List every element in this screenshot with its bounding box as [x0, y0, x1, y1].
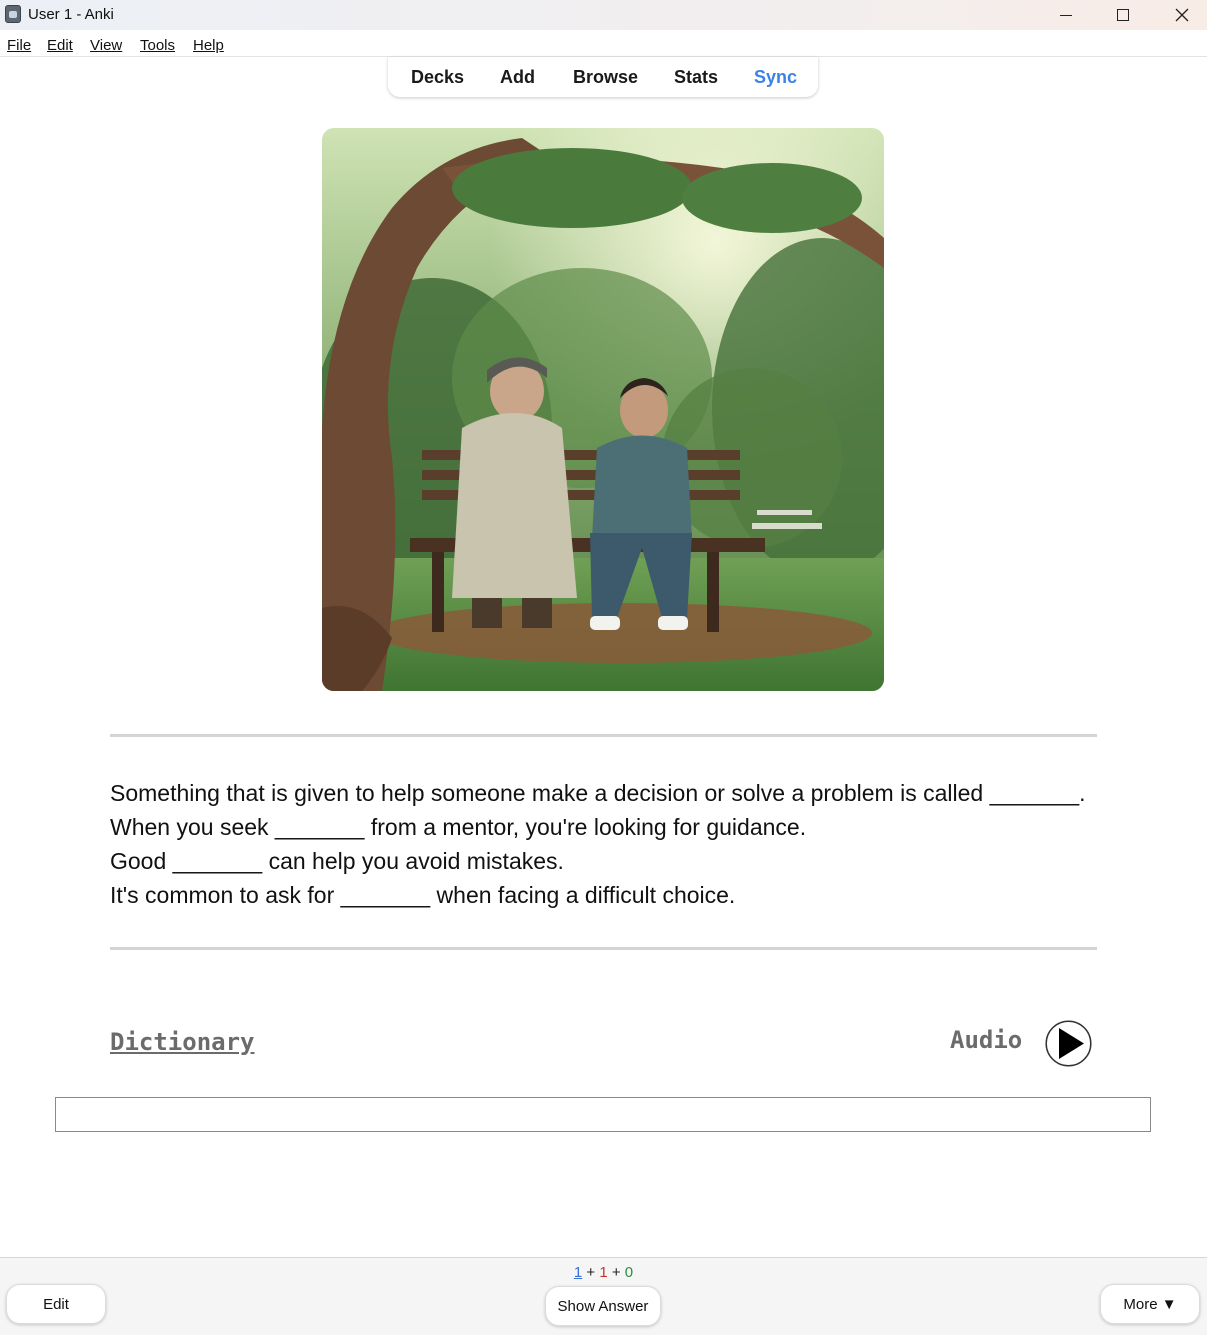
review-count: 0 — [624, 1264, 634, 1281]
learn-count: 1 — [599, 1264, 608, 1281]
cloze-sentence: It's common to ask for _______ when faci… — [110, 882, 736, 908]
audio-label: Audio — [950, 1026, 1023, 1054]
menu-view-label: View — [90, 37, 123, 54]
show-answer-button[interactable]: Show Answer — [545, 1286, 661, 1326]
cloze-sentence: Good _______ can help you avoid mistakes… — [110, 848, 564, 874]
menu-view[interactable]: View — [90, 37, 122, 54]
edit-button[interactable]: Edit — [6, 1284, 106, 1324]
toolbar-sync-link[interactable]: Sync — [754, 67, 797, 88]
cloze-sentence: When you seek _______ from a mentor, you… — [110, 814, 807, 840]
toolbar-browse-link[interactable]: Browse — [573, 67, 638, 88]
new-count: 1 — [573, 1264, 583, 1281]
menu-bar: File Edit View Tools Help — [0, 30, 1207, 57]
menu-help-label: Help — [193, 37, 224, 54]
menu-edit-label: Edit — [47, 37, 73, 54]
main-toolbar: Decks Add Browse Stats Sync — [388, 57, 818, 97]
top-divider — [110, 734, 1097, 737]
toolbar-add-link[interactable]: Add — [500, 67, 535, 88]
menu-tools[interactable]: Tools — [140, 37, 175, 54]
menu-tools-label: Tools — [140, 37, 176, 54]
anki-app-icon — [5, 5, 21, 23]
toolbar-decks-link[interactable]: Decks — [411, 67, 464, 88]
count-separator: + — [586, 1264, 596, 1281]
menu-help[interactable]: Help — [193, 37, 224, 54]
maximize-icon[interactable] — [1100, 0, 1146, 30]
play-audio-button[interactable] — [1045, 1020, 1092, 1067]
due-counts: 1 + 1 + 0 — [0, 1264, 1207, 1281]
count-separator: + — [611, 1264, 621, 1281]
more-button[interactable]: More ▼ — [1100, 1284, 1200, 1324]
menu-edit[interactable]: Edit — [47, 37, 73, 54]
type-answer-input[interactable] — [55, 1097, 1151, 1132]
dictionary-link[interactable]: Dictionary — [110, 1028, 255, 1056]
toolbar-stats-link[interactable]: Stats — [674, 67, 718, 88]
play-icon — [1045, 1020, 1092, 1067]
cloze-sentence: Something that is given to help someone … — [110, 780, 1086, 806]
card-image — [322, 128, 884, 691]
card-question: Something that is given to help someone … — [110, 776, 1097, 912]
title-bar: User 1 - Anki — [0, 0, 1207, 30]
window-title: User 1 - Anki — [28, 6, 114, 23]
menu-file[interactable]: File — [7, 37, 31, 54]
reviewer-bottom-bar: 1 + 1 + 0 Edit Show Answer More ▼ — [0, 1257, 1207, 1335]
close-icon[interactable] — [1159, 0, 1205, 30]
menu-file-label: File — [7, 37, 32, 54]
bottom-divider — [110, 947, 1097, 950]
park-bench-illustration — [322, 128, 884, 691]
minimize-icon[interactable] — [1043, 0, 1089, 30]
